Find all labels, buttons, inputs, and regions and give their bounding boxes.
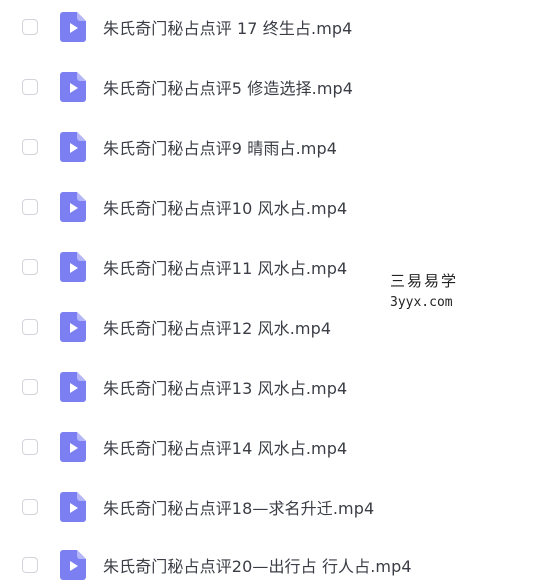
row-checkbox[interactable]: [22, 139, 38, 155]
file-row[interactable]: 朱氏奇门秘占点评10 风水占.mp4: [0, 187, 550, 227]
row-checkbox[interactable]: [22, 439, 38, 455]
file-row[interactable]: 朱氏奇门秘占点评13 风水占.mp4: [0, 367, 550, 407]
video-file-icon: [60, 72, 86, 102]
file-name[interactable]: 朱氏奇门秘占点评20—出行占 行人占.mp4: [103, 553, 412, 577]
file-name[interactable]: 朱氏奇门秘占点评9 晴雨占.mp4: [103, 135, 337, 159]
file-row[interactable]: 朱氏奇门秘占点评20—出行占 行人占.mp4: [0, 545, 550, 585]
row-checkbox[interactable]: [22, 19, 38, 35]
file-row[interactable]: 朱氏奇门秘占点评9 晴雨占.mp4: [0, 127, 550, 167]
file-name[interactable]: 朱氏奇门秘占点评10 风水占.mp4: [103, 195, 347, 219]
video-file-icon: [60, 432, 86, 462]
file-row[interactable]: 朱氏奇门秘占点评18—求名升迁.mp4: [0, 487, 550, 527]
row-checkbox[interactable]: [22, 79, 38, 95]
row-checkbox[interactable]: [22, 319, 38, 335]
video-file-icon: [60, 12, 86, 42]
file-name[interactable]: 朱氏奇门秘占点评13 风水占.mp4: [103, 375, 347, 399]
row-checkbox[interactable]: [22, 259, 38, 275]
video-file-icon: [60, 252, 86, 282]
file-row[interactable]: 朱氏奇门秘占点评 17 终生占.mp4: [0, 7, 550, 47]
video-file-icon: [60, 192, 86, 222]
file-row[interactable]: 朱氏奇门秘占点评5 修造选择.mp4: [0, 67, 550, 107]
file-name[interactable]: 朱氏奇门秘占点评 17 终生占.mp4: [103, 15, 352, 39]
file-row[interactable]: 朱氏奇门秘占点评14 风水占.mp4: [0, 427, 550, 467]
file-name[interactable]: 朱氏奇门秘占点评18—求名升迁.mp4: [103, 495, 374, 519]
video-file-icon: [60, 132, 86, 162]
row-checkbox[interactable]: [22, 199, 38, 215]
video-file-icon: [60, 312, 86, 342]
row-checkbox[interactable]: [22, 499, 38, 515]
video-file-icon: [60, 550, 86, 580]
file-name[interactable]: 朱氏奇门秘占点评14 风水占.mp4: [103, 435, 347, 459]
watermark-url: 3yyx.com: [390, 295, 453, 310]
row-checkbox[interactable]: [22, 557, 38, 573]
watermark-title: 三易易学: [390, 272, 459, 290]
file-name[interactable]: 朱氏奇门秘占点评5 修造选择.mp4: [103, 75, 353, 99]
file-name[interactable]: 朱氏奇门秘占点评11 风水占.mp4: [103, 255, 347, 279]
video-file-icon: [60, 372, 86, 402]
video-file-icon: [60, 492, 86, 522]
watermark: 三易易学 3yyx.com: [376, 262, 480, 326]
file-name[interactable]: 朱氏奇门秘占点评12 风水.mp4: [103, 315, 331, 339]
row-checkbox[interactable]: [22, 379, 38, 395]
